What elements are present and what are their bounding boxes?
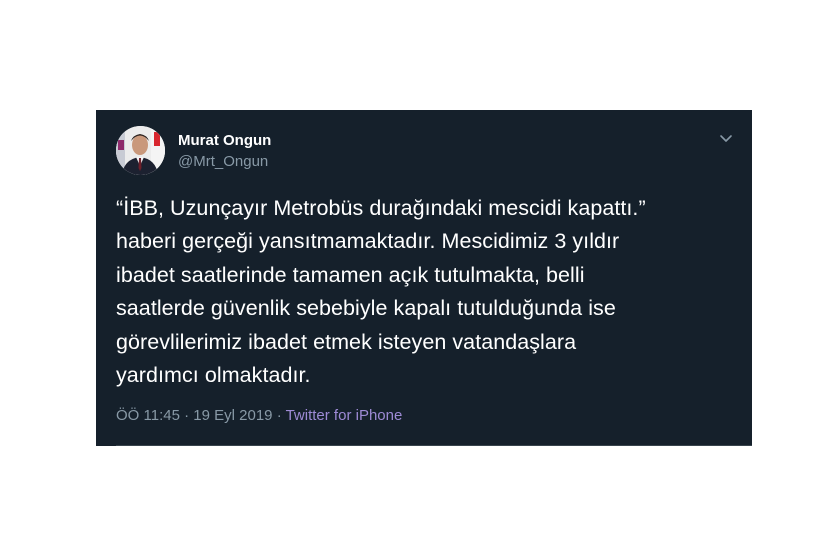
- avatar[interactable]: [116, 126, 165, 175]
- meta-separator: ·: [276, 407, 282, 424]
- tweet-text-line: yardımcı olmaktadır.: [116, 363, 311, 388]
- tweet-text-line: saatlerde güvenlik sebebiyle kapalı tutu…: [116, 296, 616, 321]
- author-display-name[interactable]: Murat Ongun: [178, 132, 271, 150]
- meta-separator: ·: [184, 407, 190, 424]
- tweet-text-line: “İBB, Uzunçayır Metrobüs durağındaki mes…: [116, 196, 646, 220]
- tweet-text-line: haberi gerçeği yansıtmamaktadır. Mescidi…: [116, 229, 620, 254]
- tweet-text: “İBB, Uzunçayır Metrobüs durağındaki mes…: [116, 192, 726, 392]
- author-info: Murat Ongun @Mrt_Ongun: [178, 132, 271, 172]
- tweet-card: Murat Ongun @Mrt_Ongun “İBB, Uzunçayır M…: [96, 110, 752, 446]
- tweet-text-line: ibadet saatlerinde tamamen açık tutulmak…: [116, 262, 585, 287]
- tweet-text-line: görevlilerimiz ibadet etmek isteyen vata…: [116, 329, 577, 354]
- chevron-down-icon[interactable]: [718, 130, 734, 146]
- tweet-source-link[interactable]: Twitter for iPhone: [286, 407, 403, 424]
- tweet-time[interactable]: ÖÖ 11:45: [116, 407, 180, 424]
- divider: [116, 445, 752, 446]
- author-handle[interactable]: @Mrt_Ongun: [178, 152, 271, 172]
- tweet-meta: ÖÖ 11:45 · 19 Eyl 2019 · Twitter for iPh…: [116, 406, 402, 426]
- avatar-photo: [116, 126, 165, 175]
- tweet-date[interactable]: 19 Eyl 2019: [193, 407, 272, 424]
